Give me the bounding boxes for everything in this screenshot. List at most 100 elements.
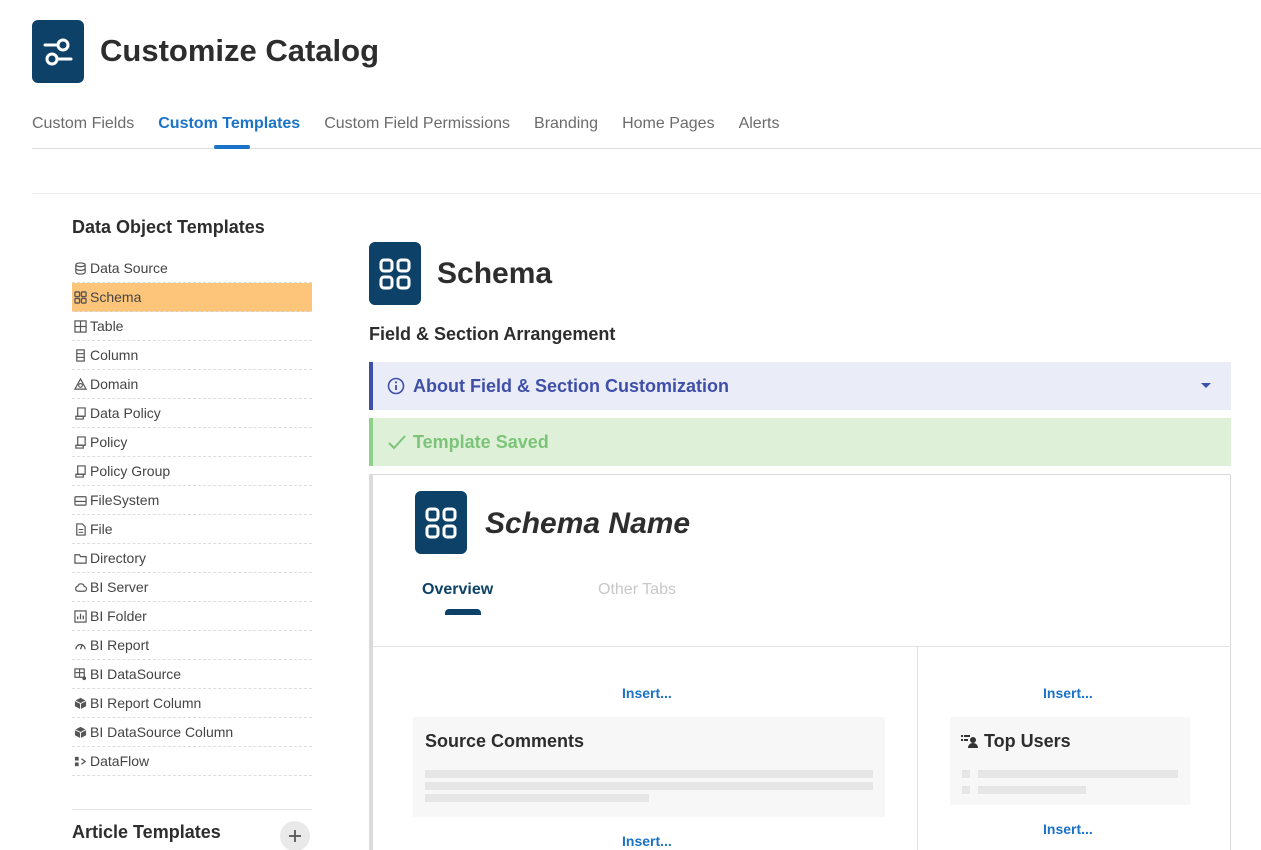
placeholder-line — [978, 786, 1086, 794]
scroll-icon — [72, 464, 88, 478]
source-comments-card[interactable]: Source Comments — [413, 717, 885, 817]
tab-alerts[interactable]: Alerts — [739, 104, 780, 149]
scroll-icon — [72, 435, 88, 449]
info-banner-label: About Field & Section Customization — [413, 375, 729, 396]
sidebar-item-filesystem[interactable]: FileSystem — [72, 486, 312, 515]
page-title: Customize Catalog — [100, 33, 380, 68]
placeholder-line — [978, 770, 1178, 778]
grid-icon — [425, 507, 457, 538]
sidebar-item-schema[interactable]: Schema — [72, 283, 312, 312]
sidebar-item-dataflow[interactable]: DataFlow — [72, 747, 312, 776]
template-title: Schema — [437, 257, 553, 290]
placeholder-line — [425, 794, 649, 802]
sidebar-item-bi-server[interactable]: BI Server — [72, 573, 312, 602]
insert-link-right-top[interactable]: Insert... — [1043, 685, 1093, 701]
card-title: Source Comments — [425, 731, 585, 751]
sidebar-item-label: Policy Group — [90, 463, 171, 479]
sidebar-item-domain[interactable]: Domain — [72, 370, 312, 399]
preview-divider — [373, 646, 1231, 647]
sidebar-item-label: Domain — [90, 376, 139, 392]
divider — [32, 193, 1261, 194]
sidebar-item-directory[interactable]: Directory — [72, 544, 312, 573]
plus-icon — [289, 830, 301, 842]
info-banner[interactable]: About Field & Section Customization — [369, 362, 1231, 410]
sidebar-item-label: FileSystem — [90, 492, 160, 508]
add-article-template-button[interactable] — [280, 821, 310, 850]
grid-icon — [72, 290, 88, 304]
success-banner: Template Saved — [369, 418, 1231, 466]
tab-custom-field-permissions[interactable]: Custom Field Permissions — [324, 104, 510, 149]
preview-tab-other: Other Tabs — [598, 581, 676, 598]
gauge-icon — [72, 638, 88, 652]
preview-tab-indicator — [445, 609, 481, 615]
sidebar-item-label: Column — [90, 347, 139, 363]
placeholder-line — [425, 782, 873, 790]
file-icon — [72, 522, 88, 536]
preview-column-divider — [917, 647, 918, 850]
sidebar-item-label: Policy — [90, 434, 128, 450]
scroll-icon — [72, 406, 88, 420]
sidebar-divider — [72, 809, 312, 810]
placeholder-line — [425, 770, 873, 778]
cloud-icon — [72, 580, 88, 594]
sliders-icon — [43, 38, 73, 65]
folder-icon — [72, 551, 88, 565]
placeholder-dot — [962, 770, 970, 778]
sidebar-item-label: Data Source — [90, 260, 168, 276]
sidebar-heading: Data Object Templates — [72, 217, 265, 237]
catalog-logo — [32, 20, 84, 83]
preview-schema-logo — [415, 491, 467, 554]
sidebar-item-bi-report-column[interactable]: BI Report Column — [72, 689, 312, 718]
domain-icon — [72, 377, 88, 391]
section-heading: Field & Section Arrangement — [369, 324, 616, 344]
article-templates-heading: Article Templates — [72, 822, 221, 842]
table-user-icon — [72, 667, 88, 681]
sidebar-item-label: Table — [90, 318, 124, 334]
insert-link-left-top[interactable]: Insert... — [622, 685, 672, 701]
cube-icon — [72, 725, 88, 739]
grid-icon — [379, 258, 411, 289]
sidebar-item-label: Data Policy — [90, 405, 161, 421]
sidebar-item-data-source[interactable]: Data Source — [72, 254, 312, 283]
dataflow-icon — [72, 754, 88, 768]
sidebar-item-bi-folder[interactable]: BI Folder — [72, 602, 312, 631]
template-preview: Schema Name Overview Other Tabs Insert..… — [369, 474, 1231, 850]
column-icon — [72, 348, 88, 362]
sidebar-item-label: Schema — [90, 289, 142, 305]
sidebar-item-policy-group[interactable]: Policy Group — [72, 457, 312, 486]
top-users-card[interactable]: Top Users — [950, 717, 1190, 805]
card-title: Top Users — [984, 731, 1071, 751]
preview-title: Schema Name — [485, 507, 691, 540]
tab-custom-templates[interactable]: Custom Templates — [158, 104, 300, 149]
tab-custom-fields[interactable]: Custom Fields — [32, 104, 134, 149]
sidebar-item-label: BI DataSource Column — [90, 724, 234, 740]
schema-logo — [369, 242, 421, 305]
placeholder-dot — [962, 786, 970, 794]
sidebar-item-bi-datasource[interactable]: BI DataSource — [72, 660, 312, 689]
sidebar-item-label: BI Report — [90, 637, 150, 653]
sidebar-item-policy[interactable]: Policy — [72, 428, 312, 457]
chevron-down-icon[interactable] — [1201, 383, 1211, 388]
preview-tab-overview[interactable]: Overview — [422, 581, 493, 599]
info-icon — [387, 377, 405, 395]
template-sidebar: Data Object Templates Data Source Schema… — [72, 214, 312, 850]
sidebar-item-label: File — [90, 521, 113, 537]
sidebar-item-label: BI Folder — [90, 608, 147, 624]
insert-link-left-bottom[interactable]: Insert... — [622, 833, 672, 849]
table-icon — [72, 319, 88, 333]
sidebar-item-table[interactable]: Table — [72, 312, 312, 341]
sidebar-item-column[interactable]: Column — [72, 341, 312, 370]
tab-branding[interactable]: Branding — [534, 104, 598, 149]
bar-chart-icon — [72, 609, 88, 623]
settings-tabs: Custom Fields Custom Templates Custom Fi… — [32, 104, 1261, 149]
sidebar-item-data-policy[interactable]: Data Policy — [72, 399, 312, 428]
sidebar-item-label: BI DataSource — [90, 666, 182, 682]
users-list-icon — [961, 735, 978, 748]
sidebar-item-bi-datasource-column[interactable]: BI DataSource Column — [72, 718, 312, 747]
sidebar-item-file[interactable]: File — [72, 515, 312, 544]
insert-link-right-bottom[interactable]: Insert... — [1043, 821, 1093, 837]
success-banner-label: Template Saved — [413, 431, 549, 452]
sidebar-item-bi-report[interactable]: BI Report — [72, 631, 312, 660]
sidebar-item-label: Directory — [90, 550, 147, 566]
tab-home-pages[interactable]: Home Pages — [622, 104, 715, 149]
